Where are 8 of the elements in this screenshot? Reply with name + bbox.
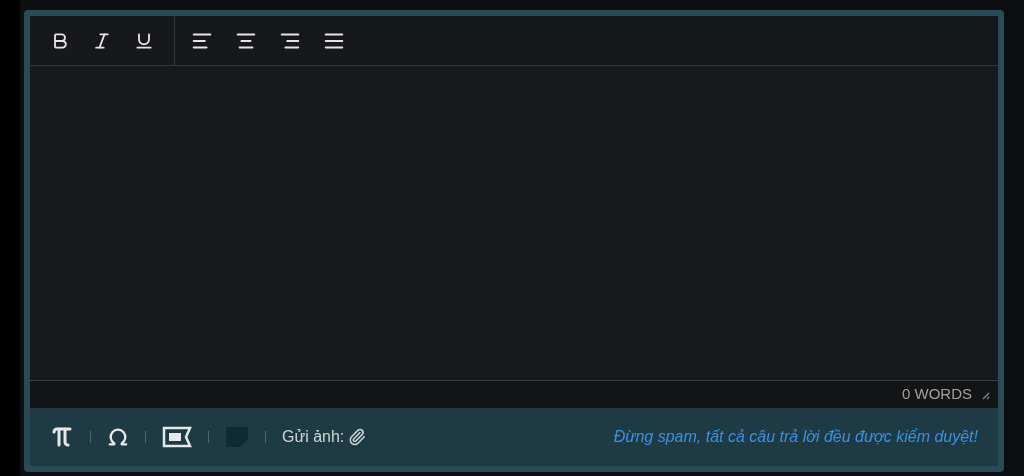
moderation-notice: Đừng spam, tất cả câu trả lời đều được kiểm duyệt! [613,427,978,447]
omega-button[interactable] [107,426,129,448]
paperclip-icon[interactable] [348,428,367,446]
attach-label: Gửi ảnh: [282,427,345,447]
pi-button[interactable] [50,425,74,449]
italic-button[interactable] [92,30,112,51]
word-count: 0 WORDS [902,384,972,405]
ticket-button[interactable] [162,426,192,448]
